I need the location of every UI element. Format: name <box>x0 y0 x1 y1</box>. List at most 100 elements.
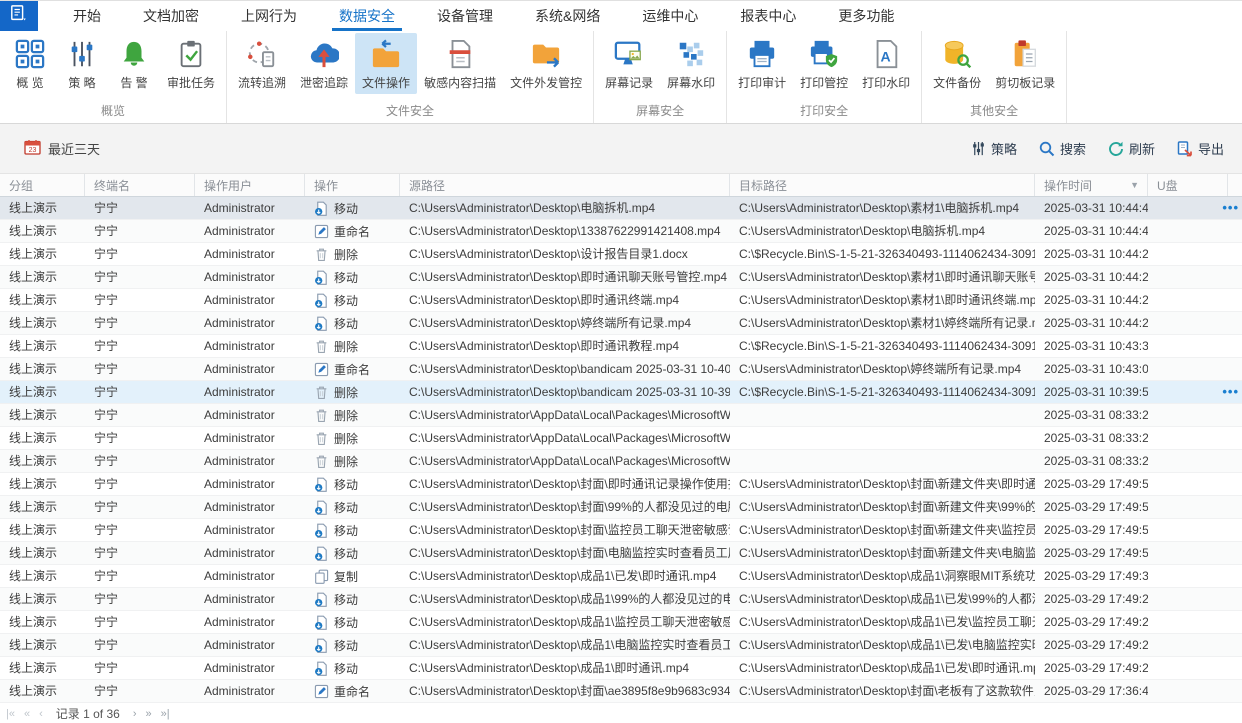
prev-page-icon[interactable]: ‹ <box>39 708 43 720</box>
policy-sliders-icon <box>67 39 97 69</box>
table-row[interactable]: 线上演示 宁宁 Administrator 删除 C:\Users\Administra… <box>0 450 1242 473</box>
ribbon-button-屏幕记录[interactable]: 屏幕记录 <box>598 33 660 94</box>
cell-target-path: C:\Users\Administrator\Desktop\成品1\洞察眼MI… <box>739 568 1035 583</box>
导出-button[interactable]: 导出 <box>1177 139 1224 158</box>
table-row[interactable]: 线上演示 宁宁 Administrator 移动 C:\Users\Administra… <box>0 312 1242 335</box>
cell-usb <box>1148 404 1228 427</box>
tab-报表中心[interactable]: 报表中心 <box>719 1 817 31</box>
clipboard-record-icon <box>1010 39 1040 69</box>
pagination-bar: |« « ‹ 记录 1 of 36 › » »| <box>0 703 1242 723</box>
action-label: 策略 <box>990 142 1017 157</box>
ribbon-button-打印水印[interactable]: A 打印水印 <box>855 33 917 94</box>
ribbon-button-告警[interactable]: 告 警 <box>108 33 160 94</box>
tab-更多功能[interactable]: 更多功能 <box>817 1 915 31</box>
column-header-src[interactable]: 源路径 <box>400 174 730 196</box>
ribbon-button-概览[interactable]: 概 览 <box>4 33 56 94</box>
cell-target-path: C:\Users\Administrator\Desktop\封面\老板有了这款… <box>739 683 1035 698</box>
column-header-dst[interactable]: 目标路径 <box>730 174 1035 196</box>
next-page-icon[interactable]: › <box>133 708 137 720</box>
cell-time: 2025-03-31 10:39:50 <box>1044 384 1148 399</box>
table-row[interactable]: 线上演示 宁宁 Administrator 删除 C:\Users\Administra… <box>0 427 1242 450</box>
table-row[interactable]: 线上演示 宁宁 Administrator 移动 C:\Users\Administra… <box>0 588 1242 611</box>
cell-target-path: C:\Users\Administrator\Desktop\素材1\婷终端所有… <box>739 315 1035 330</box>
last-page-icon[interactable]: »| <box>161 708 170 720</box>
table-row[interactable]: 线上演示 宁宁 Administrator 移动 C:\Users\Administra… <box>0 519 1242 542</box>
cell-usb <box>1148 680 1228 703</box>
table-row[interactable]: 线上演示 宁宁 Administrator 移动 C:\Users\Administra… <box>0 657 1242 680</box>
tab-文档加密[interactable]: 文档加密 <box>122 1 220 31</box>
row-actions-button[interactable]: ••• <box>1220 197 1241 220</box>
ribbon-button-敏感内容扫描[interactable]: 敏感内容扫描 <box>417 33 503 94</box>
ribbon-button-策略[interactable]: 策 略 <box>56 33 108 94</box>
table-row[interactable]: 线上演示 宁宁 Administrator 移动 C:\Users\Administra… <box>0 473 1242 496</box>
table-row[interactable]: 线上演示 宁宁 Administrator 重命名 C:\Users\Administr… <box>0 680 1242 703</box>
app-menu-button[interactable] <box>0 1 38 31</box>
ribbon-button-文件外发管控[interactable]: 文件外发管控 <box>503 33 589 94</box>
trace-flow-icon <box>247 39 277 69</box>
ribbon-button-打印管控[interactable]: 打印管控 <box>793 33 855 94</box>
table-row[interactable]: 线上演示 宁宁 Administrator 移动 C:\Users\Administra… <box>0 634 1242 657</box>
cell-time: 2025-03-29 17:49:20 <box>1044 614 1148 629</box>
cell-terminal: 宁宁 <box>94 591 119 606</box>
table-row[interactable]: 线上演示 宁宁 Administrator 移动 C:\Users\Administra… <box>0 266 1242 289</box>
table-row[interactable]: 线上演示 宁宁 Administrator 移动 C:\Users\Administra… <box>0 542 1242 565</box>
table-row[interactable]: 线上演示 宁宁 Administrator 移动 C:\Users\Administra… <box>0 197 1242 220</box>
leak-track-icon <box>309 39 340 69</box>
column-filter-icon[interactable]: ▼ <box>1130 180 1139 190</box>
cell-usb <box>1148 588 1228 611</box>
cell-operation: 移动 <box>305 473 400 496</box>
column-header-terminal[interactable]: 终端名 <box>85 174 195 196</box>
tab-数据安全[interactable]: 数据安全 <box>318 1 416 31</box>
table-row[interactable]: 线上演示 宁宁 Administrator 删除 C:\Users\Administra… <box>0 404 1242 427</box>
op-rename-icon <box>314 224 329 239</box>
cell-terminal: 宁宁 <box>94 223 119 238</box>
column-header-group[interactable]: 分组 <box>0 174 85 196</box>
ribbon-button-label: 流转追溯 <box>238 76 287 90</box>
table-row[interactable]: 线上演示 宁宁 Administrator 移动 C:\Users\Administra… <box>0 496 1242 519</box>
row-actions-button[interactable]: ••• <box>1220 381 1241 404</box>
column-header-usb[interactable]: U盘 <box>1148 174 1228 196</box>
ribbon-button-剪切板记录[interactable]: 剪切板记录 <box>988 33 1062 94</box>
table-row[interactable]: 线上演示 宁宁 Administrator 移动 C:\Users\Administra… <box>0 611 1242 634</box>
cell-operation: 移动 <box>305 519 400 542</box>
cell-target-path: C:\Users\Administrator\Desktop\成品1\已发\即时… <box>739 660 1035 675</box>
ribbon-button-审批任务[interactable]: 审批任务 <box>160 33 222 94</box>
table-row[interactable]: 线上演示 宁宁 Administrator 复制 C:\Users\Administra… <box>0 565 1242 588</box>
table-row[interactable]: 线上演示 宁宁 Administrator 删除 C:\Users\Administra… <box>0 335 1242 358</box>
fast-prev-icon[interactable]: « <box>24 708 30 720</box>
table-row[interactable]: 线上演示 宁宁 Administrator 重命名 C:\Users\Administr… <box>0 220 1242 243</box>
ribbon-button-文件备份[interactable]: 文件备份 <box>926 33 988 94</box>
ribbon-button-打印审计[interactable]: 打印审计 <box>731 33 793 94</box>
table-row[interactable]: 线上演示 宁宁 Administrator 移动 C:\Users\Administra… <box>0 289 1242 312</box>
calendar-icon: 23 <box>24 139 41 158</box>
column-header-op[interactable]: 操作 <box>305 174 400 196</box>
op-move-icon <box>314 270 329 285</box>
operation-label: 移动 <box>334 270 359 285</box>
ribbon-button-泄密追踪[interactable]: 泄密追踪 <box>293 33 355 94</box>
刷新-button[interactable]: 刷新 <box>1108 139 1155 158</box>
ribbon-button-流转追溯[interactable]: 流转追溯 <box>231 33 293 94</box>
策略-button[interactable]: 策略 <box>971 139 1017 158</box>
tab-上网行为[interactable]: 上网行为 <box>220 1 318 31</box>
column-header-time[interactable]: 操作时间 ▼ <box>1035 174 1148 196</box>
tab-设备管理[interactable]: 设备管理 <box>416 1 514 31</box>
ribbon-button-屏幕水印[interactable]: 屏幕水印 <box>660 33 722 94</box>
fast-next-icon[interactable]: » <box>146 708 152 720</box>
column-header-user[interactable]: 操作用户 <box>195 174 305 196</box>
table-row[interactable]: 线上演示 宁宁 Administrator 重命名 C:\Users\Administr… <box>0 358 1242 381</box>
ribbon-group-label: 屏幕安全 <box>636 104 685 118</box>
cell-usb <box>1148 266 1228 289</box>
op-move-icon <box>314 523 329 538</box>
first-page-icon[interactable]: |« <box>6 708 15 720</box>
table-row[interactable]: 线上演示 宁宁 Administrator 删除 C:\Users\Administra… <box>0 243 1242 266</box>
date-filter-button[interactable]: 23 最近三天 <box>24 139 100 158</box>
table-row[interactable]: 线上演示 宁宁 Administrator 删除 C:\Users\Administra… <box>0 381 1242 404</box>
print-audit-icon <box>747 39 777 69</box>
tab-系统&网络[interactable]: 系统&网络 <box>514 1 621 31</box>
tab-开始[interactable]: 开始 <box>52 1 122 31</box>
table-body: 线上演示 宁宁 Administrator 移动 C:\Users\Administra… <box>0 197 1242 703</box>
搜索-button[interactable]: 搜索 <box>1039 139 1086 158</box>
ribbon-button-文件操作[interactable]: 文件操作 <box>355 33 418 94</box>
cell-user: Administrator <box>204 660 275 675</box>
tab-运维中心[interactable]: 运维中心 <box>621 1 719 31</box>
